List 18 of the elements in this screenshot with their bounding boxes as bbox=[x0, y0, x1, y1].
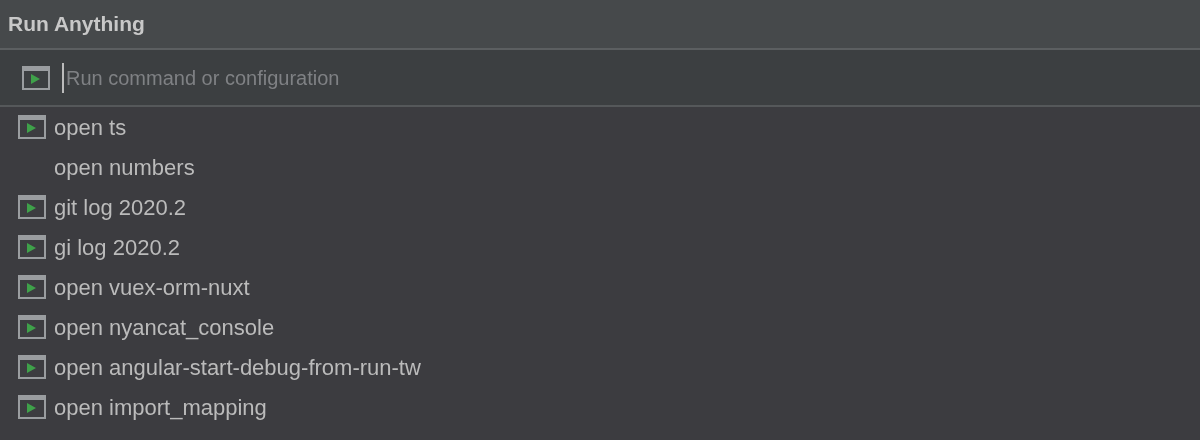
command-item[interactable]: gi log 2020.2 bbox=[0, 227, 1200, 267]
command-item[interactable]: open nyancat_console bbox=[0, 307, 1200, 347]
run-window-icon bbox=[22, 65, 50, 90]
command-item[interactable]: open import_mapping bbox=[0, 387, 1200, 427]
window-title: Run Anything bbox=[8, 11, 145, 38]
run-window-icon bbox=[18, 315, 46, 339]
command-item[interactable]: open vuex-orm-nuxt bbox=[0, 267, 1200, 307]
run-window-icon bbox=[18, 275, 46, 299]
command-item[interactable]: git log 2020.2 bbox=[0, 187, 1200, 227]
run-window-icon bbox=[18, 355, 46, 379]
run-window-icon bbox=[18, 235, 46, 259]
command-item[interactable]: open ts bbox=[0, 107, 1200, 147]
run-window-icon bbox=[18, 115, 46, 139]
run-window-icon bbox=[18, 395, 46, 419]
command-item[interactable]: open numbers bbox=[0, 147, 1200, 187]
run-window-icon bbox=[18, 195, 46, 219]
search-field[interactable]: Run command or configuration bbox=[62, 62, 1200, 93]
command-item[interactable]: open angular-start-debug-from-run-tw bbox=[0, 347, 1200, 387]
